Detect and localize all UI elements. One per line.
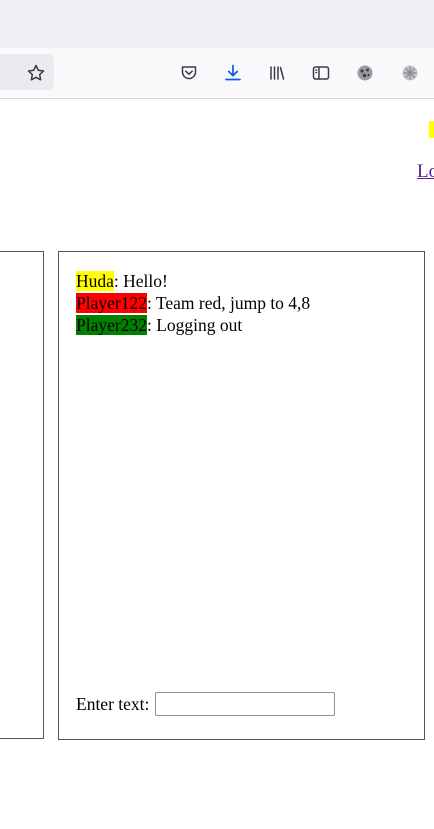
chat-text: : Hello! <box>113 271 168 291</box>
chat-input-row: Enter text: <box>76 692 336 716</box>
chat-messages: Huda: Hello! Player122: Team red, jump t… <box>76 270 414 336</box>
browser-tabstrip <box>0 0 434 48</box>
game-board-panel <box>0 251 44 739</box>
download-icon[interactable] <box>221 61 245 85</box>
extension-icon-2[interactable] <box>398 61 422 85</box>
chat-message: Player122: Team red, jump to 4,8 <box>76 292 414 314</box>
pocket-icon[interactable] <box>177 61 201 85</box>
library-icon[interactable] <box>265 61 289 85</box>
chat-username: Player232 <box>76 315 147 335</box>
chat-text: : Team red, jump to 4,8 <box>146 293 311 313</box>
chat-input[interactable] <box>155 692 336 716</box>
logout-link[interactable]: Lo <box>417 161 434 183</box>
chat-message: Huda: Hello! <box>76 270 414 292</box>
chat-username: Player122 <box>76 293 147 313</box>
chat-input-label: Enter text: <box>76 693 150 714</box>
chat-panel: Huda: Hello! Player122: Team red, jump t… <box>58 251 425 740</box>
chat-text: : Logging out <box>146 315 243 335</box>
star-icon[interactable] <box>24 61 48 85</box>
chat-username: Huda <box>76 271 114 291</box>
sidebar-icon[interactable] <box>309 61 333 85</box>
browser-toolbar <box>0 48 434 99</box>
extension-icon[interactable] <box>353 61 377 85</box>
username-highlight <box>429 121 434 138</box>
chat-message: Player232: Logging out <box>76 314 414 336</box>
